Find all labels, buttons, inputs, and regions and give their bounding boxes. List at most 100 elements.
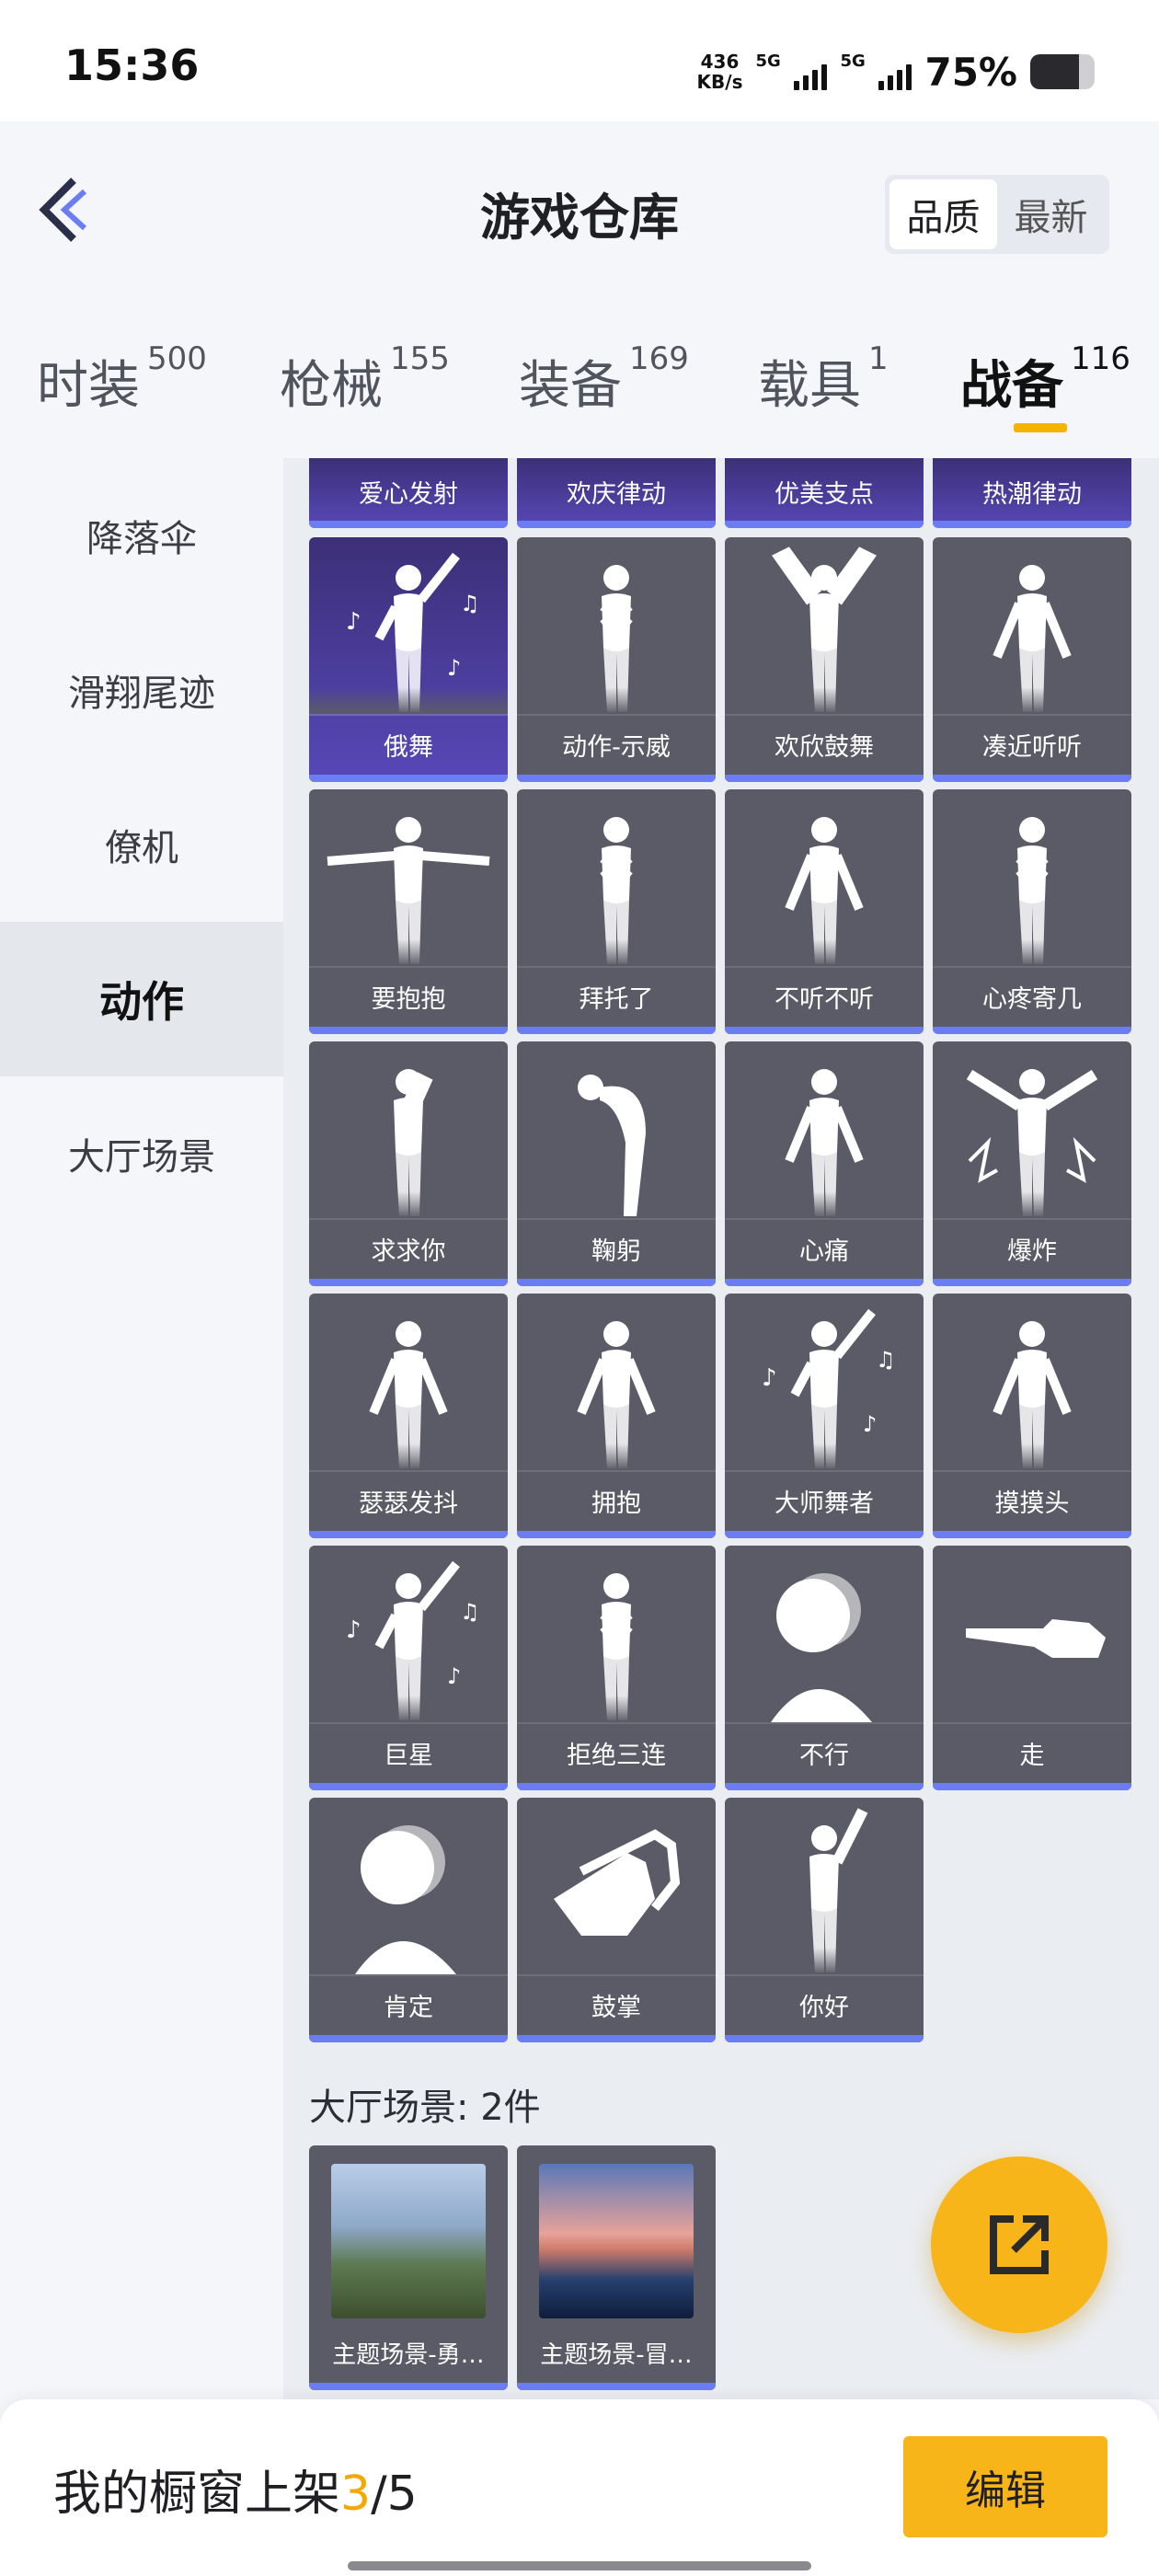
emote-card[interactable]: 走	[933, 1546, 1131, 1790]
emote-name: 优美支点	[775, 479, 874, 509]
emote-name: 鼓掌	[591, 1993, 641, 2022]
emote-name: 欢庆律动	[567, 479, 666, 509]
rarity-bar	[309, 2383, 508, 2390]
edit-button[interactable]: 编辑	[903, 2436, 1107, 2537]
emote-card[interactable]: 凑近听听	[933, 537, 1131, 782]
emote-name: 大师舞者	[775, 1489, 874, 1518]
emote-card[interactable]: 要抱抱	[309, 789, 508, 1034]
emote-name: 不听不听	[775, 984, 874, 1014]
tab-count: 500	[147, 340, 207, 377]
emote-card[interactable]: 拜托了	[517, 789, 716, 1034]
emote-card[interactable]: 鞠躬	[517, 1041, 716, 1286]
sidebar-item-glide-trail[interactable]: 滑翔尾迹	[0, 613, 283, 767]
emote-name: 鞠躬	[591, 1236, 641, 1266]
emote-card[interactable]: 心疼寄几	[933, 789, 1131, 1034]
emote-card[interactable]: 欢庆律动	[517, 458, 716, 528]
rarity-bar	[517, 775, 716, 782]
emote-card[interactable]: ♪♫♪ 大师舞者	[725, 1294, 924, 1538]
emote-card[interactable]: 瑟瑟发抖	[309, 1294, 508, 1538]
scene-name: 主题场景-冒…	[540, 2340, 693, 2369]
tab-label: 载具	[758, 356, 861, 416]
svg-text:♪: ♪	[762, 1364, 777, 1392]
active-tab-indicator	[1014, 423, 1067, 432]
emote-name: 热潮律动	[982, 479, 1082, 509]
clapping-hands-icon	[517, 1798, 716, 1974]
scene-card[interactable]: 主题场景-冒…	[517, 2145, 716, 2390]
emote-name: 要抱抱	[371, 984, 446, 1014]
heart-ache-icon	[725, 1041, 924, 1218]
rarity-bar	[933, 1783, 1131, 1790]
chevron-left-icon	[39, 178, 87, 242]
signal-icon: 5G	[755, 52, 828, 92]
tab-label: 枪械	[280, 356, 383, 416]
emote-name: 俄舞	[384, 732, 433, 762]
sunset-sea-scene	[539, 2164, 694, 2318]
head-nod-icon	[309, 1798, 508, 1974]
rarity-bar	[309, 1531, 508, 1538]
sidebar-item-emotes[interactable]: 动作	[0, 922, 283, 1076]
network-speed: 436 KB/s	[697, 52, 743, 92]
dancer-with-notes-icon: ♪♫♪	[309, 537, 508, 714]
rarity-bar	[725, 775, 924, 782]
tab-weapons[interactable]: 枪械 155	[280, 340, 450, 419]
pointing-hand-icon	[933, 1546, 1131, 1722]
emote-card[interactable]: 拒绝三连	[517, 1546, 716, 1790]
rarity-bar	[309, 2035, 508, 2042]
tab-label: 时装	[37, 356, 140, 416]
emote-card[interactable]: 鼓掌	[517, 1798, 716, 2042]
rarity-bar	[309, 521, 508, 528]
scene-card[interactable]: 主题场景-勇…	[309, 2145, 508, 2390]
emote-card[interactable]: 欢欣鼓舞	[725, 537, 924, 782]
superstar-icon: ♪♫♪	[309, 1546, 508, 1722]
emote-card[interactable]: 你好	[725, 1798, 924, 2042]
sidebar-item-wingman[interactable]: 僚机	[0, 767, 283, 922]
tab-equipment[interactable]: 装备 169	[519, 340, 689, 419]
tab-vehicles[interactable]: 载具 1	[758, 340, 889, 419]
emote-card[interactable]: 热潮律动	[933, 458, 1131, 528]
emote-card[interactable]: 肯定	[309, 1798, 508, 2042]
sidebar-item-lobby-scene[interactable]: 大厅场景	[0, 1076, 283, 1231]
emote-card[interactable]: 爆炸	[933, 1041, 1131, 1286]
emote-card[interactable]: 拥抱	[517, 1294, 716, 1538]
emote-card[interactable]: 优美支点	[725, 458, 924, 528]
rarity-bar	[309, 1027, 508, 1034]
emote-name: 爆炸	[1007, 1236, 1057, 1266]
rarity-bar	[309, 1279, 508, 1286]
tab-fashion[interactable]: 时装 500	[37, 340, 207, 419]
share-button[interactable]	[931, 2156, 1107, 2333]
emote-card[interactable]: 心痛	[725, 1041, 924, 1286]
tab-count: 155	[390, 340, 450, 377]
emote-name: 拜托了	[579, 984, 654, 1014]
showcase-label: 我的橱窗上架	[53, 2467, 341, 2522]
sort-by-quality[interactable]: 品质	[889, 179, 997, 249]
rarity-bar	[517, 2035, 716, 2042]
status-bar: 15:36 436 KB/s 5G 5G 75%	[0, 0, 1159, 121]
emote-card[interactable]: 求求你	[309, 1041, 508, 1286]
battery-icon	[1030, 54, 1095, 89]
emote-card[interactable]: 动作-示威	[517, 537, 716, 782]
emote-card[interactable]: 爱心发射	[309, 458, 508, 528]
rarity-bar	[933, 1279, 1131, 1286]
emote-card[interactable]: ♪♫♪ 巨星	[309, 1546, 508, 1790]
emote-card[interactable]: ♪♫♪ 俄舞	[309, 537, 508, 782]
tab-battle-gear[interactable]: 战备 116	[960, 340, 1130, 419]
share-export-icon	[990, 2215, 1049, 2274]
emote-card[interactable]: 摸摸头	[933, 1294, 1131, 1538]
home-indicator	[348, 2561, 811, 2570]
header: 游戏仓库 品质 最新	[0, 121, 1159, 305]
network-speed-unit: KB/s	[696, 71, 743, 93]
back-button[interactable]	[37, 173, 92, 247]
scene-name: 主题场景-勇…	[332, 2340, 485, 2369]
category-tabs: 时装 500 枪械 155 装备 169 载具 1 战备 116	[0, 305, 1159, 458]
emote-name: 巨星	[384, 1741, 433, 1770]
rarity-bar	[309, 1783, 508, 1790]
svg-text:♫: ♫	[876, 1347, 896, 1373]
emote-name: 欢欣鼓舞	[775, 732, 874, 762]
status-time: 15:36	[64, 40, 200, 90]
emote-card[interactable]: 不听不听	[725, 789, 924, 1034]
rarity-bar	[933, 521, 1131, 528]
sort-by-newest[interactable]: 最新	[997, 179, 1105, 249]
sidebar-item-parachute[interactable]: 降落伞	[0, 458, 283, 613]
emote-card[interactable]: 不行	[725, 1546, 924, 1790]
bottom-bar: 我的橱窗上架 3 / 5 编辑	[0, 2399, 1159, 2576]
